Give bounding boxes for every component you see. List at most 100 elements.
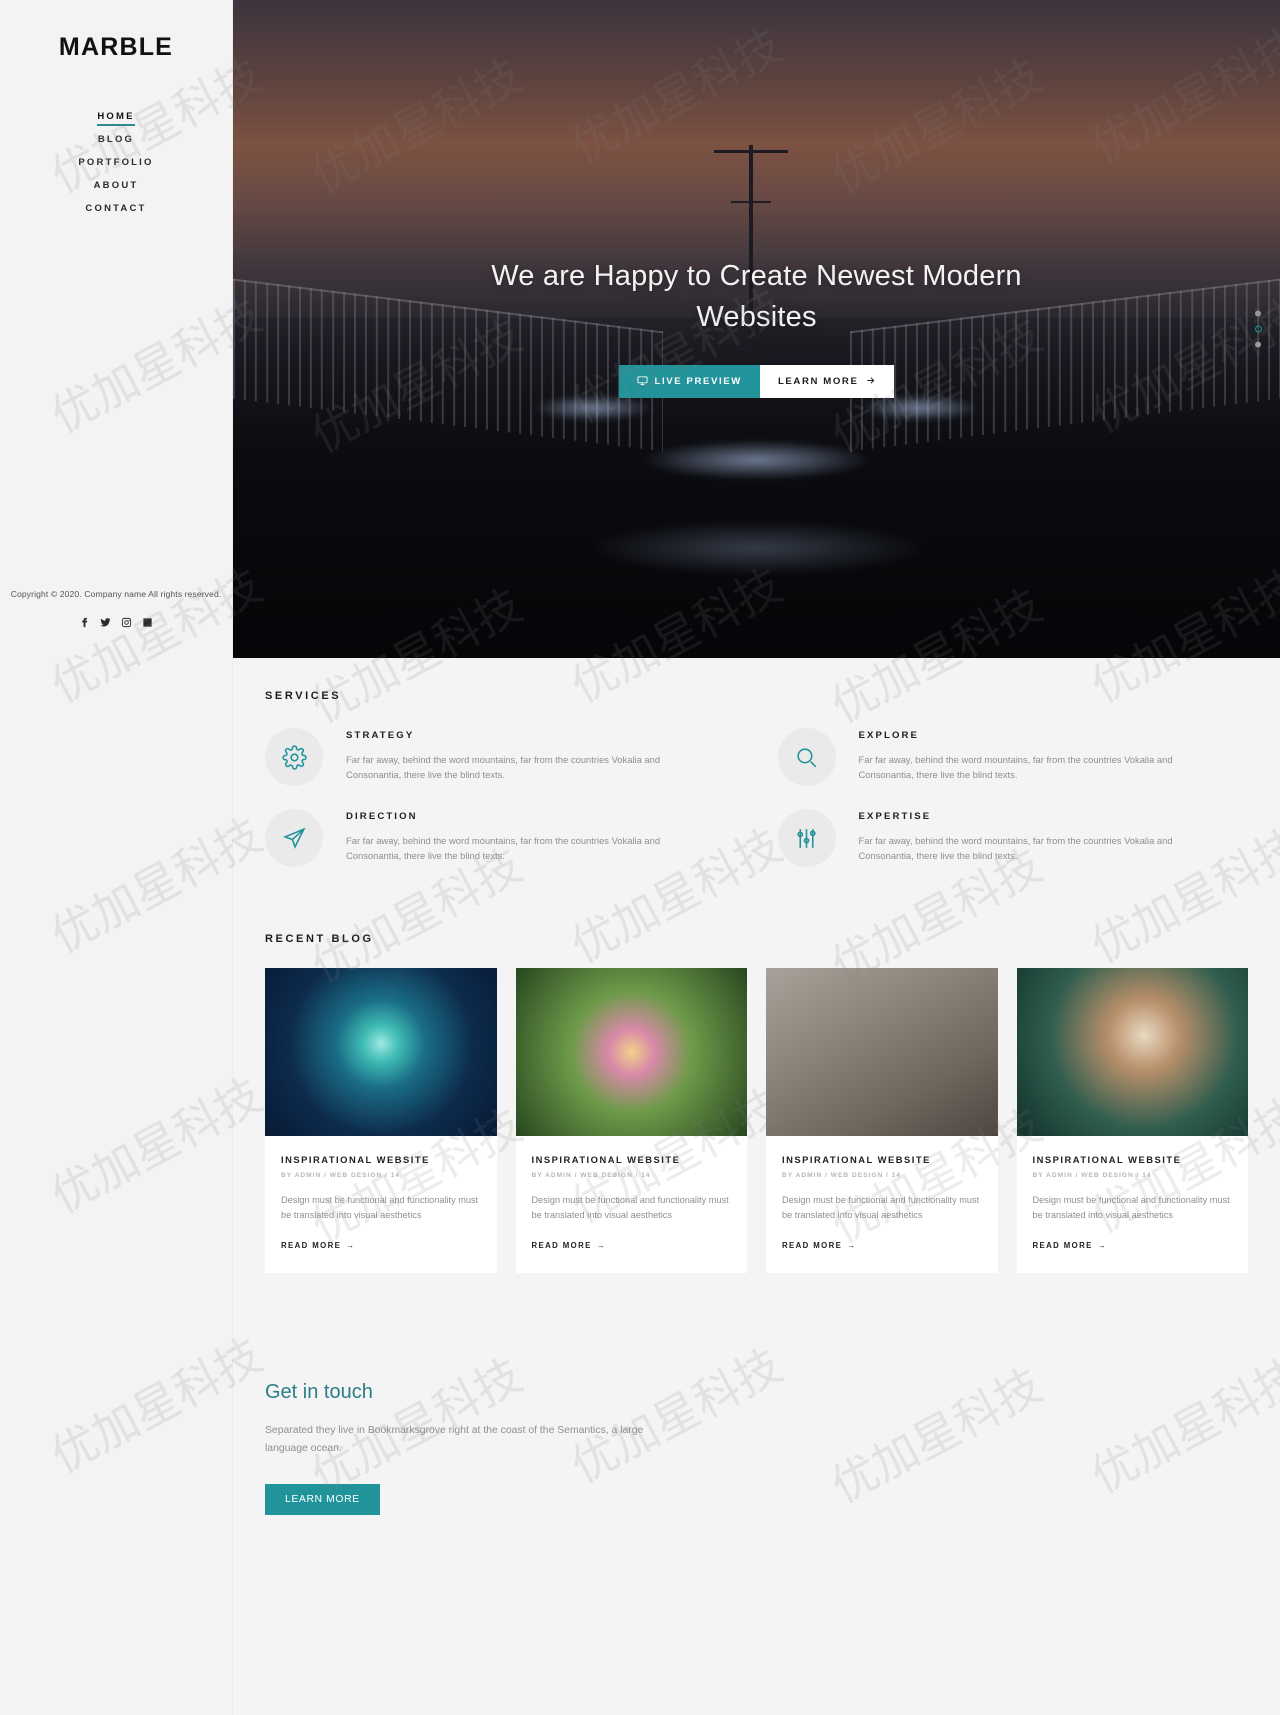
- blog-post-excerpt: Design must be functional and functional…: [281, 1195, 479, 1220]
- read-more-link[interactable]: READ MORE →: [1033, 1241, 1107, 1250]
- read-more-label: READ MORE: [1032, 1241, 1093, 1251]
- gear-icon: [265, 728, 323, 786]
- nav-item-about[interactable]: ABOUT: [0, 174, 232, 197]
- blog-post-title[interactable]: INSPIRATIONAL WEBSITE: [1033, 1154, 1233, 1165]
- instagram-icon[interactable]: [121, 617, 132, 628]
- deck-light-glow: [533, 395, 653, 421]
- arrow-right-icon: [865, 375, 876, 389]
- main-content: SERVICES STRATEGY Far far away, behind t…: [233, 658, 1280, 1516]
- service-item-explore: EXPLORE Far far away, behind the word mo…: [777, 722, 1249, 786]
- service-item-expertise: EXPERTISE Far far away, behind the word …: [777, 803, 1249, 867]
- paper-plane-icon: [265, 809, 323, 867]
- blog-post-meta: BY ADMIN / WEB DESIGN / 14: [1032, 1172, 1152, 1179]
- blog-card-body: INSPIRATIONAL WEBSITE BY ADMIN / WEB DES…: [265, 1136, 497, 1273]
- hero-carousel: We are Happy to Create Newest Modern Web…: [233, 0, 1280, 658]
- learn-more-button[interactable]: LEARN MORE: [759, 365, 895, 399]
- deck-light-glow: [860, 395, 980, 421]
- service-item-strategy: STRATEGY Far far away, behind the word m…: [265, 722, 736, 786]
- blog-post-meta: BY ADMIN / WEB DESIGN / 14: [782, 1172, 902, 1179]
- blog-card[interactable]: INSPIRATIONAL WEBSITE BY ADMIN / WEB DES…: [515, 968, 748, 1274]
- sliders-icon: [777, 809, 836, 867]
- social-links: [0, 617, 232, 628]
- blog-card[interactable]: INSPIRATIONAL WEBSITE BY ADMIN / WEB DES…: [766, 968, 998, 1274]
- read-more-link[interactable]: READ MORE →: [782, 1241, 856, 1250]
- sidebar-footer: Copyright © 2020. Company name All right…: [0, 588, 232, 628]
- blog-card[interactable]: INSPIRATIONAL WEBSITE BY ADMIN / WEB DES…: [1016, 968, 1249, 1274]
- twitter-icon[interactable]: [100, 617, 111, 628]
- monitor-icon: [636, 375, 648, 389]
- facebook-icon[interactable]: [79, 617, 90, 628]
- service-description: Far far away, behind the word mountains,…: [858, 754, 1173, 781]
- blog-card[interactable]: INSPIRATIONAL WEBSITE BY ADMIN / WEB DES…: [265, 968, 497, 1274]
- hero-title: We are Happy to Create Newest Modern Web…: [491, 260, 1022, 334]
- deck-light-glow: [586, 520, 927, 576]
- blog-thumbnail-ornaments[interactable]: [766, 968, 998, 1136]
- live-preview-label: LIVE PREVIEW: [654, 376, 742, 388]
- hero-button-group: LIVE PREVIEW LEARN MORE: [233, 365, 1280, 399]
- nav-label: CONTACT: [85, 203, 147, 214]
- read-more-label: READ MORE: [782, 1241, 843, 1251]
- service-title: STRATEGY: [346, 730, 415, 741]
- blog-card-body: INSPIRATIONAL WEBSITE BY ADMIN / WEB DES…: [1017, 1136, 1249, 1273]
- service-body: STRATEGY Far far away, behind the word m…: [346, 722, 706, 782]
- blog-thumbnail-easter-eggs[interactable]: [515, 968, 747, 1136]
- nav-label: PORTFOLIO: [78, 157, 154, 168]
- live-preview-button[interactable]: LIVE PREVIEW: [618, 365, 760, 399]
- get-in-touch-text: Separated they live in Bookmarksgrove ri…: [265, 1425, 644, 1455]
- arrow-right-icon: →: [596, 1241, 606, 1251]
- nav-label: BLOG: [97, 134, 135, 145]
- nav-item-home[interactable]: HOME: [0, 105, 232, 128]
- read-more-label: READ MORE: [531, 1241, 592, 1251]
- carousel-dots: [1255, 302, 1262, 357]
- nav-item-portfolio[interactable]: PORTFOLIO: [0, 151, 232, 174]
- carousel-dot-2[interactable]: [1255, 325, 1262, 333]
- read-more-label: READ MORE: [281, 1241, 342, 1251]
- blog-post-excerpt: Design must be functional and functional…: [782, 1195, 980, 1220]
- nav-item-contact[interactable]: CONTACT: [0, 197, 232, 220]
- service-body: EXPLORE Far far away, behind the word mo…: [859, 722, 1219, 782]
- blog-thumbnail-jellyfish[interactable]: [265, 968, 497, 1136]
- blog-post-excerpt: Design must be functional and functional…: [531, 1195, 729, 1220]
- blog-post-title[interactable]: INSPIRATIONAL WEBSITE: [281, 1154, 481, 1165]
- service-description: Far far away, behind the word mountains,…: [346, 754, 661, 781]
- learn-more-label: LEARN MORE: [777, 376, 859, 388]
- hero-content: We are Happy to Create Newest Modern Web…: [233, 256, 1280, 399]
- carousel-dot-3[interactable]: [1255, 341, 1261, 348]
- service-body: EXPERTISE Far far away, behind the word …: [859, 803, 1219, 863]
- nav-label: HOME: [97, 111, 135, 126]
- service-title: EXPLORE: [858, 730, 920, 741]
- magnifier-icon: [777, 728, 836, 786]
- blog-card-body: INSPIRATIONAL WEBSITE BY ADMIN / WEB DES…: [516, 1136, 748, 1273]
- service-title: DIRECTION: [346, 811, 418, 822]
- arrow-right-icon: →: [847, 1241, 857, 1251]
- service-description: Far far away, behind the word mountains,…: [346, 835, 661, 862]
- get-in-touch-section: Get in touch Separated they live in Book…: [265, 1273, 1248, 1516]
- services-grid: STRATEGY Far far away, behind the word m…: [265, 722, 1248, 867]
- sidebar: MARBLE HOME BLOG PORTFOLIO ABOUT CONTACT…: [0, 0, 233, 1715]
- service-item-direction: DIRECTION Far far away, behind the word …: [265, 803, 736, 867]
- nav-label: ABOUT: [93, 180, 139, 191]
- brand-logo[interactable]: MARBLE: [0, 33, 232, 62]
- carousel-dot-1[interactable]: [1255, 310, 1261, 317]
- nav-item-blog[interactable]: BLOG: [0, 128, 232, 151]
- service-body: DIRECTION Far far away, behind the word …: [346, 803, 706, 863]
- blog-post-excerpt: Design must be functional and functional…: [1032, 1195, 1230, 1220]
- blog-thumbnail-gifts[interactable]: [1016, 968, 1248, 1136]
- read-more-link[interactable]: READ MORE →: [532, 1241, 606, 1250]
- blog-post-meta: BY ADMIN / WEB DESIGN / 14: [281, 1172, 401, 1179]
- service-title: EXPERTISE: [858, 811, 932, 822]
- blog-post-title[interactable]: INSPIRATIONAL WEBSITE: [532, 1154, 732, 1165]
- arrow-right-icon: →: [1097, 1241, 1107, 1251]
- blog-grid: INSPIRATIONAL WEBSITE BY ADMIN / WEB DES…: [265, 968, 1249, 1274]
- main-navigation: HOME BLOG PORTFOLIO ABOUT CONTACT: [0, 105, 232, 220]
- read-more-link[interactable]: READ MORE →: [281, 1241, 355, 1250]
- copyright-text: Copyright © 2020. Company name All right…: [10, 589, 222, 599]
- linkedin-icon[interactable]: [142, 617, 153, 628]
- blog-heading: RECENT BLOG: [265, 933, 374, 945]
- blog-post-title[interactable]: INSPIRATIONAL WEBSITE: [782, 1154, 982, 1165]
- get-in-touch-learn-more-button[interactable]: LEARN MORE: [265, 1484, 380, 1516]
- service-description: Far far away, behind the word mountains,…: [858, 835, 1173, 862]
- blog-post-meta: BY ADMIN / WEB DESIGN / 14: [531, 1172, 651, 1179]
- arrow-right-icon: →: [346, 1241, 356, 1251]
- deck-light-glow: [641, 440, 872, 480]
